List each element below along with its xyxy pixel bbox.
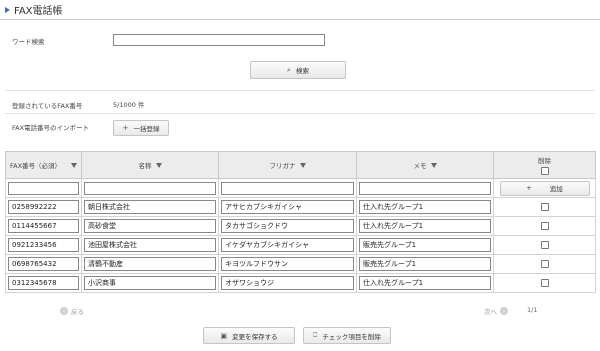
add-button[interactable]: + 追加: [499, 180, 590, 196]
name-input[interactable]: 清鶴不動産: [84, 257, 216, 271]
memo-input[interactable]: 仕入れ先グループ1: [359, 276, 491, 290]
registered-count-value: 5/1000 件: [113, 101, 145, 109]
fax-number-input[interactable]: 0921233456: [8, 238, 79, 252]
delete-checkbox[interactable]: [540, 260, 549, 268]
divider: [5, 90, 595, 91]
chevron-right-icon: ›: [500, 307, 508, 315]
column-header-label: フリガナ: [269, 162, 296, 170]
add-button-label: 追加: [549, 185, 563, 193]
fax-phonebook-table: FAX番号（必須） 名称 フリガナ メモ 削除 + 追加 0258992222 …: [5, 151, 596, 293]
import-label: FAX電話番号のインポート: [12, 124, 90, 132]
prev-page-label: 戻る: [71, 308, 84, 316]
page-title: FAX電話帳: [14, 6, 63, 17]
triangle-right-icon: [5, 6, 10, 13]
name-input[interactable]: 高砂食堂: [84, 219, 216, 233]
table-row: 0258992222 朝日株式会社 アサヒカブシキガイシャ 仕入れ先グループ1: [5, 197, 596, 217]
sort-down-icon[interactable]: [71, 162, 77, 168]
new-kana-input[interactable]: [221, 181, 354, 195]
magnifier-icon: ⌕: [287, 65, 291, 74]
memo-input[interactable]: 仕入れ先グループ1: [359, 200, 491, 214]
delete-checked-label: チェック項目を削除: [322, 332, 381, 341]
kana-input[interactable]: キヨツルフドウサン: [221, 257, 354, 271]
kana-input[interactable]: タカサゴショクドウ: [221, 219, 354, 233]
new-fax-input[interactable]: [8, 181, 79, 195]
name-input[interactable]: 朝日株式会社: [84, 200, 216, 214]
plus-icon: +: [122, 124, 129, 132]
page-indicator: 1/1: [527, 306, 538, 314]
column-header-delete: 削除: [493, 151, 596, 179]
search-label: ワード検索: [12, 38, 45, 46]
new-name-input[interactable]: [84, 181, 216, 195]
kana-input[interactable]: オザワショウジ: [221, 276, 354, 290]
prev-page-button[interactable]: ‹ 戻る: [60, 306, 84, 316]
table-row: 0698765432 清鶴不動産 キヨツルフドウサン 販売先グループ1: [5, 254, 596, 274]
column-header-name[interactable]: 名称: [81, 151, 219, 179]
name-input[interactable]: 小沢商事: [84, 276, 216, 290]
chevron-left-icon: ‹: [60, 307, 68, 315]
registered-count-label: 登録されているFAX番号: [12, 102, 83, 110]
column-header-label: 名称: [138, 162, 152, 170]
save-changes-button[interactable]: ▣ 変更を保存する: [203, 327, 295, 344]
memo-input[interactable]: 販売先グループ1: [359, 238, 491, 252]
kana-input[interactable]: イケダヤカブシキガイシャ: [221, 238, 354, 252]
trash-icon: ⎕: [313, 331, 318, 339]
sort-down-icon[interactable]: [430, 162, 437, 168]
select-all-checkbox[interactable]: [540, 167, 549, 175]
name-input[interactable]: 池田屋株式会社: [84, 238, 216, 252]
page-header: FAX電話帳: [0, 0, 600, 20]
bulk-register-button[interactable]: + 一括登録: [113, 120, 169, 136]
fax-number-input[interactable]: 0114455667: [8, 219, 79, 233]
table-row: 0114455667 高砂食堂 タカサゴショクドウ 仕入れ先グループ1: [5, 216, 596, 236]
fax-number-input[interactable]: 0312345678: [8, 276, 79, 290]
delete-checkbox[interactable]: [540, 222, 549, 230]
delete-checkbox[interactable]: [540, 241, 549, 249]
fax-number-input[interactable]: 0258992222: [8, 200, 79, 214]
memo-input[interactable]: 販売先グループ1: [359, 257, 491, 271]
bulk-register-button-label: 一括登録: [133, 125, 160, 133]
plus-icon: +: [526, 184, 532, 192]
sort-down-icon[interactable]: [155, 162, 162, 168]
save-changes-label: 変更を保存する: [232, 332, 278, 341]
new-entry-row: + 追加: [5, 178, 596, 198]
column-header-label: メモ: [413, 162, 427, 170]
delete-checkbox[interactable]: [540, 279, 549, 287]
column-header-label: 削除: [538, 157, 551, 165]
save-icon: ▣: [220, 331, 228, 340]
divider: [5, 113, 595, 114]
search-button-label: 検索: [295, 67, 309, 75]
kana-input[interactable]: アサヒカブシキガイシャ: [221, 200, 354, 214]
next-page-button[interactable]: 次へ ›: [484, 306, 508, 316]
column-header-memo[interactable]: メモ: [356, 151, 494, 179]
table-row: 0921233456 池田屋株式会社 イケダヤカブシキガイシャ 販売先グループ1: [5, 235, 596, 255]
table-row: 0312345678 小沢商事 オザワショウジ 仕入れ先グループ1: [5, 273, 596, 293]
column-header-label: FAX番号（必須）: [10, 162, 62, 170]
new-memo-input[interactable]: [359, 181, 491, 195]
search-button[interactable]: ⌕ 検索: [250, 61, 346, 79]
column-header-fax[interactable]: FAX番号（必須）: [5, 151, 82, 179]
memo-input[interactable]: 仕入れ先グループ1: [359, 219, 491, 233]
delete-checked-button[interactable]: ⎕ チェック項目を削除: [303, 327, 391, 344]
next-page-label: 次へ: [484, 308, 497, 316]
fax-number-input[interactable]: 0698765432: [8, 257, 79, 271]
delete-checkbox[interactable]: [540, 203, 549, 211]
column-header-kana[interactable]: フリガナ: [218, 151, 357, 179]
sort-down-icon[interactable]: [299, 162, 306, 168]
search-input[interactable]: [113, 34, 325, 46]
